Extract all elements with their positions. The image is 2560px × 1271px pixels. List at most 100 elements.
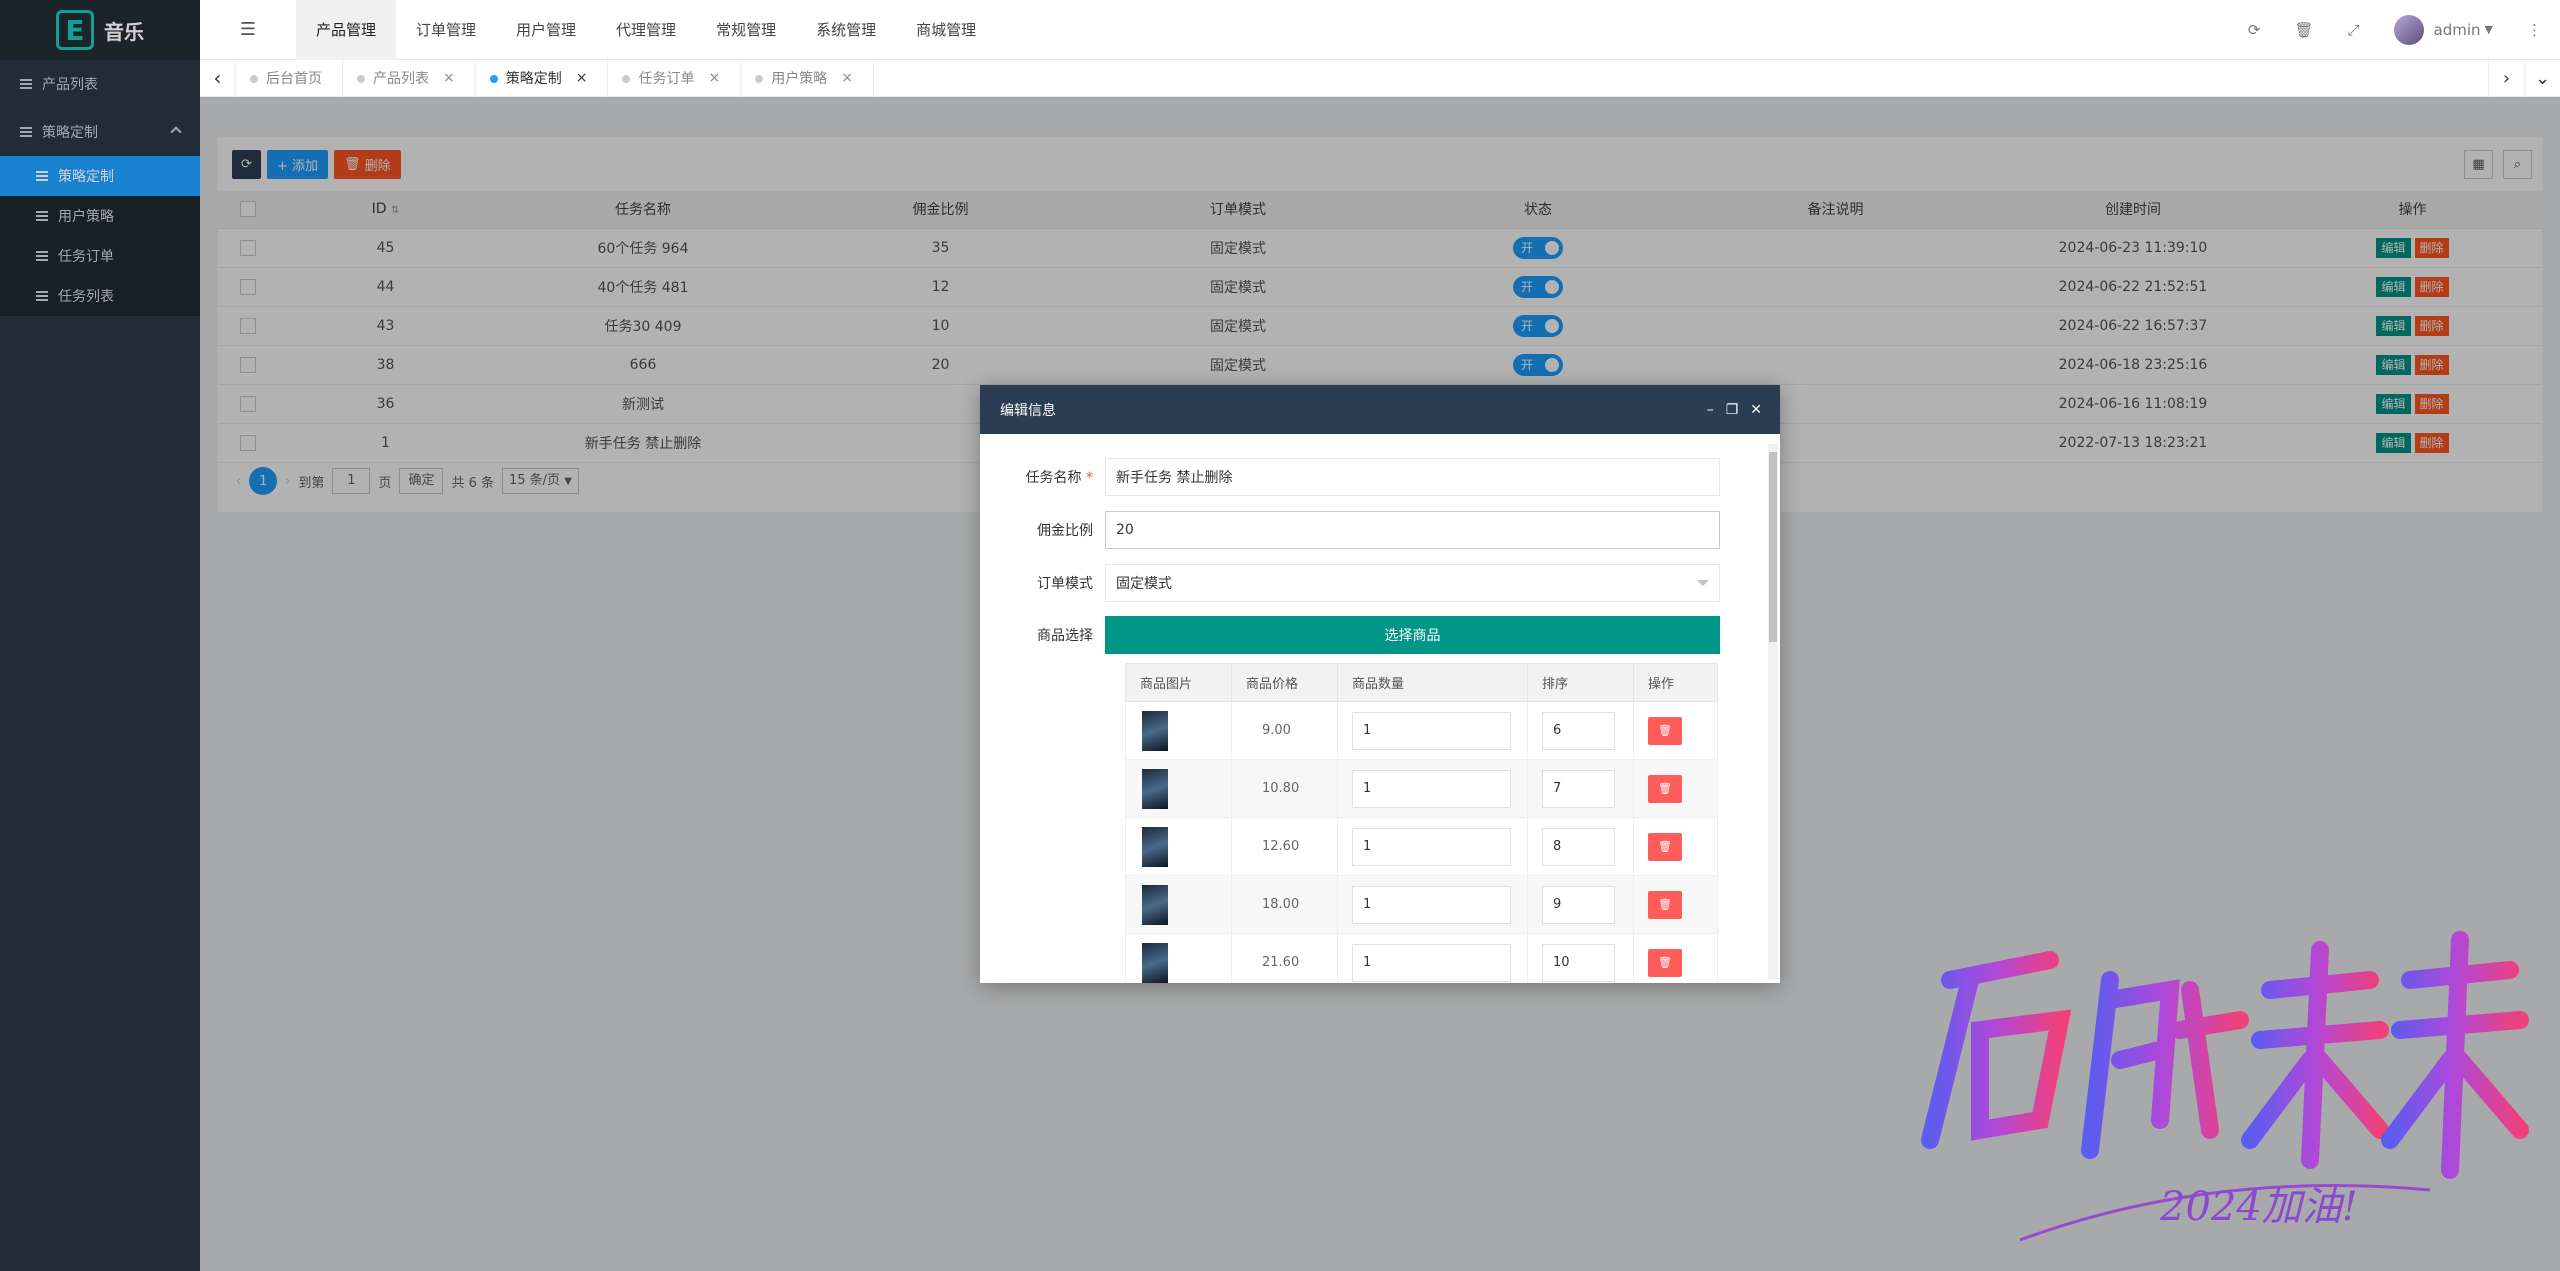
close-icon[interactable]: × — [841, 70, 853, 86]
sidebar-overlay — [0, 0, 200, 1271]
goods-qty-input[interactable]: 1 — [1352, 943, 1511, 982]
order-mode-label: 订单模式 — [1037, 576, 1093, 592]
close-icon[interactable]: × — [443, 70, 455, 86]
tab-controls: › ⌄ — [2488, 59, 2560, 97]
goods-qty-input[interactable]: 1 — [1352, 827, 1511, 866]
top-nav: 产品管理 订单管理 用户管理 代理管理 常规管理 系统管理 商城管理 — [296, 0, 996, 60]
modal-body: 任务名称 * 新手任务 禁止删除 佣金比例 20 订单模式 固定模式 商品选择 … — [980, 434, 1780, 983]
tab-menu-chevron-icon[interactable]: ⌄ — [2524, 59, 2560, 97]
tab-dot — [755, 74, 764, 83]
goods-thumbnail — [1142, 768, 1168, 809]
modal-scrollbar[interactable] — [1768, 444, 1778, 979]
refresh-icon[interactable]: ⟳ — [2248, 21, 2261, 39]
col-goods-sort: 排序 — [1527, 663, 1634, 702]
tab-home[interactable]: 后台首页 — [236, 59, 343, 97]
topnav-mall[interactable]: 商城管理 — [896, 0, 996, 60]
commission-input[interactable]: 20 — [1105, 511, 1720, 549]
goods-price: 18.00 — [1231, 875, 1338, 934]
goods-price: 10.80 — [1231, 759, 1338, 818]
tab-bar: ‹ 后台首页 产品列表 × 策略定制 × 任务订单 × 用户策略 × › ⌄ — [200, 59, 2560, 97]
goods-table: 商品图片 商品价格 商品数量 排序 操作 9.00 1 6 🗑 10.80 1 7 🗑 12.6… — [1125, 663, 1718, 983]
close-icon[interactable]: ✕ — [1750, 402, 1762, 418]
goods-thumbnail — [1142, 710, 1168, 751]
topnav-product[interactable]: 产品管理 — [296, 0, 397, 60]
modal-controls: – ❐ ✕ — [1707, 402, 1780, 418]
goods-row: 10.80 1 7 🗑 — [1125, 759, 1718, 818]
goods-row: 21.60 1 10 🗑 — [1125, 933, 1718, 983]
goods-qty-input[interactable]: 1 — [1352, 769, 1511, 808]
col-goods-qty: 商品数量 — [1337, 663, 1528, 702]
goods-delete-button[interactable]: 🗑 — [1648, 948, 1682, 977]
topnav-agent[interactable]: 代理管理 — [596, 0, 696, 60]
caret-down-icon — [1697, 580, 1709, 586]
avatar — [2393, 14, 2424, 45]
modal-header: 编辑信息 – ❐ ✕ — [980, 385, 1780, 434]
order-mode-select[interactable]: 固定模式 — [1105, 564, 1720, 602]
maximize-icon[interactable]: ❐ — [1726, 402, 1739, 418]
tab-product-list[interactable]: 产品列表 × — [343, 59, 476, 97]
col-goods-price: 商品价格 — [1231, 663, 1338, 702]
trash-icon: 🗑 — [1658, 898, 1672, 911]
topnav-user[interactable]: 用户管理 — [496, 0, 596, 60]
tab-next-icon[interactable]: › — [2488, 59, 2524, 97]
close-icon[interactable]: × — [576, 70, 588, 86]
top-header: ☰ 产品管理 订单管理 用户管理 代理管理 常规管理 系统管理 商城管理 ⟳ 🗑… — [200, 0, 2560, 60]
goods-sort-input[interactable]: 9 — [1542, 885, 1615, 924]
fullscreen-icon[interactable]: ⤢ — [2348, 21, 2360, 39]
tab-label: 用户策略 — [771, 71, 828, 87]
topnav-order[interactable]: 订单管理 — [396, 0, 496, 60]
header-actions: ⟳ 🗑 ⤢ admin ▼ ⋮ — [2248, 14, 2560, 45]
field-task-name: 任务名称 * 新手任务 禁止删除 — [1020, 458, 1720, 496]
edit-modal: 编辑信息 – ❐ ✕ 任务名称 * 新手任务 禁止删除 佣金比例 20 订单模式… — [980, 385, 1780, 983]
trash-icon: 🗑 — [1658, 956, 1672, 969]
goods-price: 9.00 — [1231, 701, 1338, 760]
tab-label: 后台首页 — [266, 71, 322, 87]
goods-thumbnail — [1142, 942, 1168, 983]
tab-user-strategy[interactable]: 用户策略 × — [741, 59, 874, 97]
select-goods-button[interactable]: 选择商品 — [1105, 616, 1720, 654]
user-menu[interactable]: admin ▼ — [2393, 14, 2493, 45]
menu-toggle-icon[interactable]: ☰ — [200, 0, 296, 60]
goods-sort-input[interactable]: 8 — [1542, 827, 1615, 866]
goods-qty-input[interactable]: 1 — [1352, 711, 1511, 750]
goods-delete-button[interactable]: 🗑 — [1648, 774, 1682, 803]
goods-delete-button[interactable]: 🗑 — [1648, 832, 1682, 861]
tab-prev-icon[interactable]: ‹ — [200, 59, 236, 97]
more-icon[interactable]: ⋮ — [2527, 21, 2542, 39]
username: admin — [2433, 20, 2481, 39]
field-order-mode: 订单模式 固定模式 — [1020, 564, 1720, 602]
trash-icon[interactable]: 🗑 — [2294, 21, 2313, 39]
tab-label: 产品列表 — [373, 71, 429, 87]
topnav-general[interactable]: 常规管理 — [696, 0, 796, 60]
scroll-thumb[interactable] — [1769, 452, 1777, 642]
tab-dot — [622, 74, 631, 83]
tab-dot — [489, 74, 498, 83]
minimize-icon[interactable]: – — [1707, 402, 1714, 418]
goods-thumbnail — [1142, 826, 1168, 867]
tab-task-orders[interactable]: 任务订单 × — [608, 59, 742, 97]
goods-sort-input[interactable]: 6 — [1542, 711, 1615, 750]
col-goods-action: 操作 — [1633, 663, 1718, 702]
goods-delete-button[interactable]: 🗑 — [1648, 716, 1682, 745]
tab-label: 策略定制 — [505, 71, 562, 87]
goods-label: 商品选择 — [1037, 628, 1093, 644]
tab-label: 任务订单 — [638, 71, 695, 87]
goods-sort-input[interactable]: 10 — [1542, 943, 1615, 982]
task-name-input[interactable]: 新手任务 禁止删除 — [1105, 458, 1720, 496]
commission-label: 佣金比例 — [1037, 523, 1093, 539]
goods-header: 商品图片 商品价格 商品数量 排序 操作 — [1125, 663, 1718, 702]
modal-title: 编辑信息 — [1000, 402, 1056, 419]
col-goods-image: 商品图片 — [1125, 663, 1232, 702]
trash-icon: 🗑 — [1658, 724, 1672, 737]
field-goods: 商品选择 选择商品 — [1020, 616, 1720, 654]
tab-strategy-custom[interactable]: 策略定制 × — [476, 59, 609, 97]
close-icon[interactable]: × — [708, 70, 720, 86]
goods-delete-button[interactable]: 🗑 — [1648, 890, 1682, 919]
tab-dot — [250, 74, 258, 83]
goods-sort-input[interactable]: 7 — [1542, 769, 1615, 808]
topnav-system[interactable]: 系统管理 — [796, 0, 896, 60]
trash-icon: 🗑 — [1658, 840, 1672, 853]
goods-row: 9.00 1 6 🗑 — [1125, 701, 1718, 760]
goods-qty-input[interactable]: 1 — [1352, 885, 1511, 924]
caret-down-icon: ▼ — [2484, 23, 2493, 36]
